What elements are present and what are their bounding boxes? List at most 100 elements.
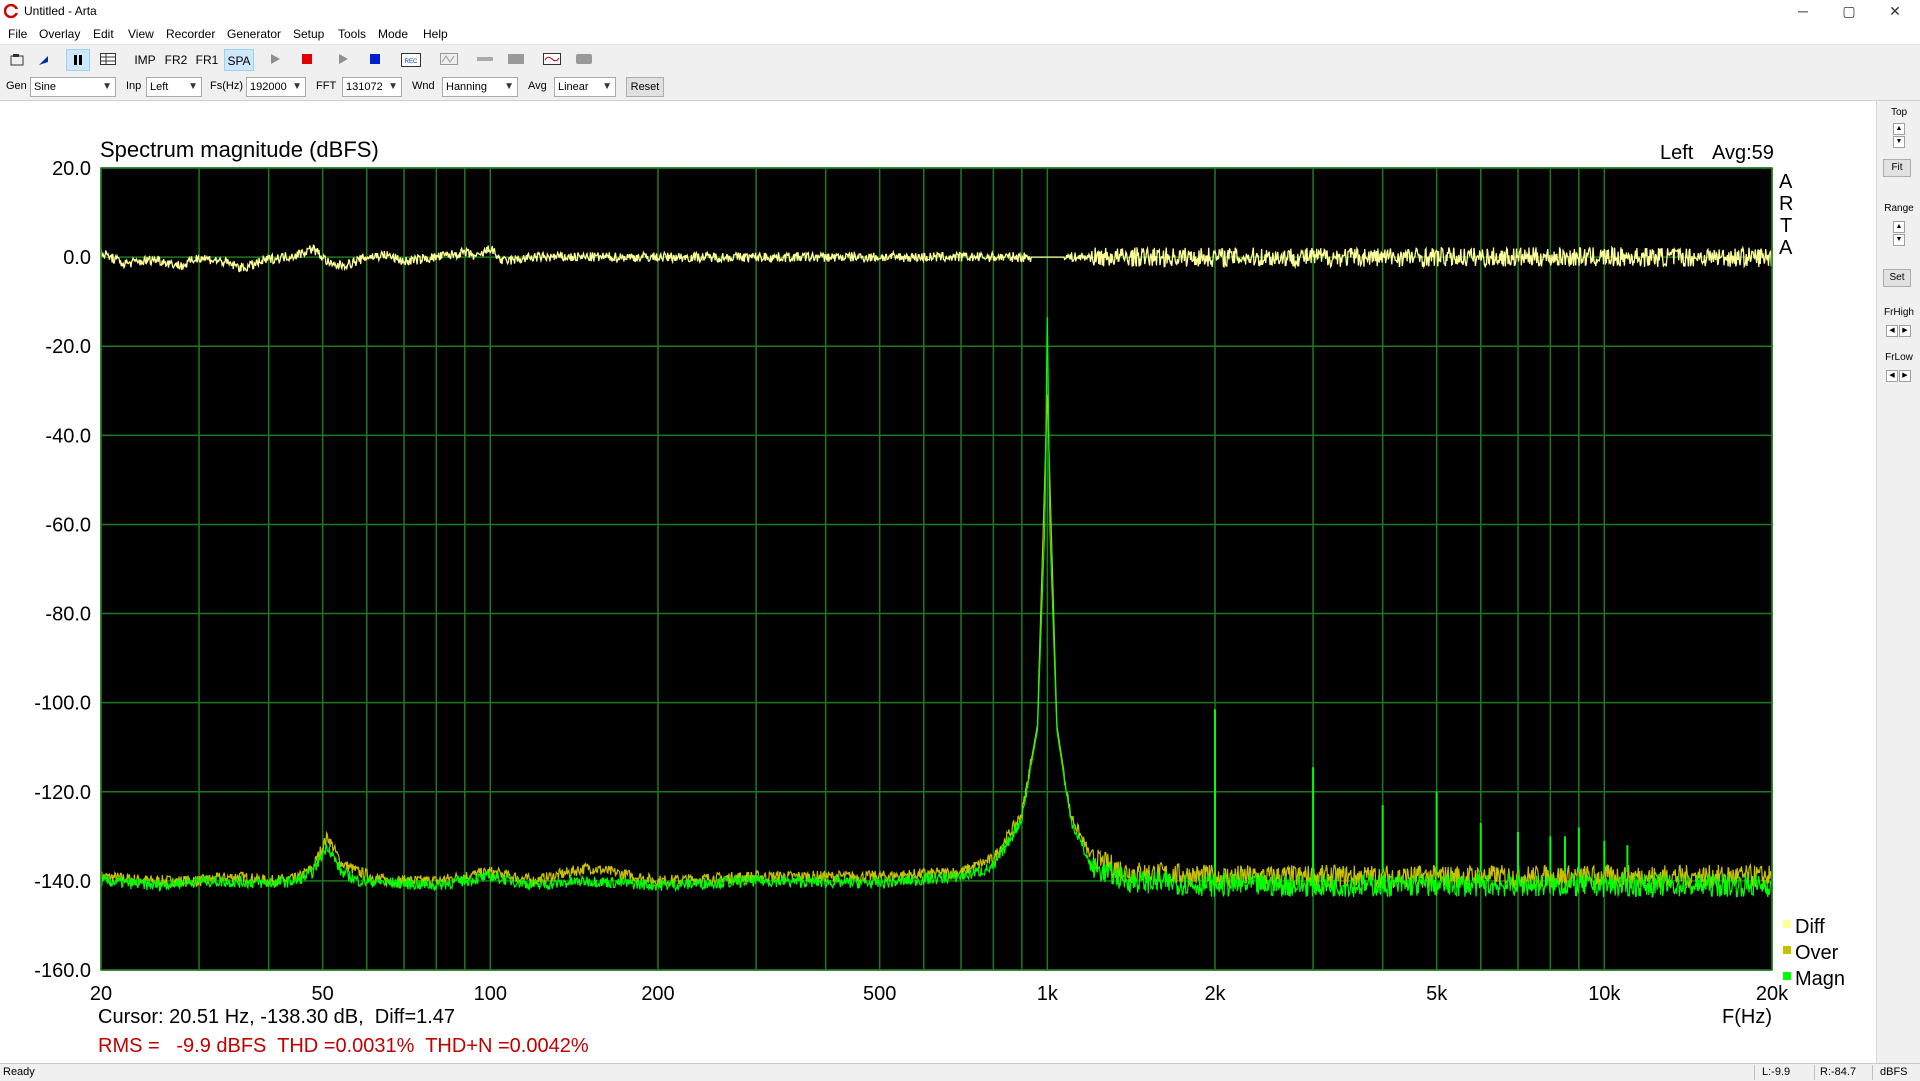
pause-icon: [74, 55, 82, 65]
y-tick-label: -140.0: [34, 871, 91, 893]
frhigh-right-button[interactable]: ▶: [1899, 325, 1911, 337]
input-value: Left: [150, 81, 169, 93]
gen-label: Gen: [6, 80, 27, 92]
chevron-down-icon: ▼: [504, 81, 514, 92]
inp-label: Inp: [126, 80, 142, 92]
meter-icon: [576, 54, 592, 64]
menu-setup[interactable]: Setup: [293, 27, 324, 41]
channel-label: Left: [1660, 142, 1694, 164]
y-tick-label: -120.0: [34, 782, 91, 804]
recorder-button[interactable]: REC: [398, 49, 424, 71]
menu-overlay[interactable]: Overlay: [39, 27, 80, 41]
signal-generator-icon: [440, 53, 458, 65]
avg-label: Avg: [528, 80, 547, 92]
arrow-up-icon: ▲: [1895, 125, 1903, 132]
spectrum-chart[interactable]: 20.0 0.0 -20.0 -40.0 -60.0 -80.0 -100.0 -120.0 -…: [0, 101, 1876, 1063]
window-value: Hanning: [446, 81, 487, 93]
new-button[interactable]: [32, 49, 54, 71]
x-tick-labels: 20 50 100 200 500 1k 2k 5k 10k 20k: [90, 983, 1789, 1005]
set-button[interactable]: Set: [1883, 269, 1911, 287]
chart-title: Spectrum magnitude (dBFS): [100, 137, 379, 162]
probe-button[interactable]: [472, 49, 498, 71]
oscilloscope-icon: [543, 53, 561, 65]
top-up-button[interactable]: ▲: [1893, 123, 1905, 135]
y-tick-label: -80.0: [45, 604, 91, 626]
reset-button[interactable]: Reset: [626, 77, 664, 97]
wnd-label: Wnd: [412, 80, 435, 92]
arta-side-letter: T: [1780, 215, 1792, 237]
device-button[interactable]: [504, 49, 528, 71]
stop-button[interactable]: [364, 49, 386, 71]
maximize-button[interactable]: ▢: [1826, 0, 1872, 24]
minimize-button[interactable]: ─: [1780, 0, 1826, 24]
mode-fr1-button[interactable]: FR1: [193, 49, 221, 71]
spectrum-plot-panel: 20.0 0.0 -20.0 -40.0 -60.0 -80.0 -100.0 -120.0 -…: [0, 101, 1876, 1063]
arrow-down-icon: ▼: [1895, 138, 1903, 145]
toolbar: IMP FR2 FR1 SPA REC: [0, 44, 1920, 75]
frlow-label: FrLow: [1885, 352, 1913, 363]
generator-play-button[interactable]: [332, 49, 354, 71]
legend: Diff Over Magn: [1783, 916, 1845, 990]
input-select[interactable]: Left ▼: [146, 77, 202, 97]
pause-button[interactable]: [66, 49, 90, 71]
svg-text:REC: REC: [405, 59, 418, 65]
averaging-value: Linear: [558, 81, 589, 93]
menu-view[interactable]: View: [128, 27, 154, 41]
x-tick-label: 20k: [1756, 983, 1789, 1005]
meter-button[interactable]: [572, 49, 596, 71]
table-view-button[interactable]: [96, 49, 120, 71]
x-tick-label: 500: [863, 983, 896, 1005]
arrow-right-icon: ▶: [1902, 327, 1908, 334]
arrow-left-icon: ◀: [1889, 327, 1895, 334]
x-tick-label: 5k: [1426, 983, 1448, 1005]
open-folder-icon: [10, 54, 24, 66]
menu-mode[interactable]: Mode: [378, 27, 408, 41]
arrow-left-icon: ◀: [1889, 372, 1895, 379]
open-file-button[interactable]: [6, 49, 28, 71]
averaging-select[interactable]: Linear ▼: [554, 77, 616, 97]
play-icon: [271, 54, 280, 64]
samplerate-select[interactable]: 192000 ▼: [246, 77, 306, 97]
mode-fr2-button[interactable]: FR2: [162, 49, 190, 71]
legend-swatch: [1783, 972, 1791, 980]
menu-generator[interactable]: Generator: [227, 27, 281, 41]
record-stop-icon: [302, 54, 312, 64]
menu-help[interactable]: Help: [423, 27, 448, 41]
menu-recorder[interactable]: Recorder: [166, 27, 215, 41]
menu-tools[interactable]: Tools: [338, 27, 366, 41]
chevron-down-icon: ▼: [188, 81, 198, 92]
close-button[interactable]: ✕: [1872, 0, 1918, 24]
menu-edit[interactable]: Edit: [93, 27, 114, 41]
x-tick-label: 100: [474, 983, 507, 1005]
y-tick-label: -100.0: [34, 693, 91, 715]
frhigh-left-button[interactable]: ◀: [1886, 325, 1898, 337]
status-unit: dBFS: [1880, 1066, 1908, 1078]
frlow-right-button[interactable]: ▶: [1899, 370, 1911, 382]
legend-label: Diff: [1795, 916, 1825, 938]
range-down-button[interactable]: ▼: [1893, 234, 1905, 246]
samplerate-value: 192000: [250, 81, 287, 93]
record-button[interactable]: [296, 49, 318, 71]
window-select[interactable]: Hanning ▼: [442, 77, 518, 97]
play-button[interactable]: [264, 49, 286, 71]
generator-select[interactable]: Sine ▼: [30, 77, 116, 97]
y-tick-label: -60.0: [45, 514, 91, 536]
scope-button[interactable]: [540, 49, 564, 71]
fit-button[interactable]: Fit: [1883, 159, 1911, 177]
arta-side-letter: A: [1779, 171, 1793, 193]
mode-imp-button[interactable]: IMP: [132, 49, 158, 71]
rms-thd-readout: RMS = -9.9 dBFS THD =0.0031% THD+N =0.00…: [98, 1035, 589, 1057]
fft-size-select[interactable]: 131072 ▼: [342, 77, 402, 97]
mode-spa-button[interactable]: SPA: [224, 49, 254, 71]
arrow-up-icon: ▲: [1895, 223, 1903, 230]
top-label: Top: [1890, 107, 1908, 118]
generator-value: Sine: [34, 81, 57, 93]
menu-file[interactable]: File: [8, 27, 27, 41]
arta-side-letter: A: [1779, 237, 1793, 259]
frlow-left-button[interactable]: ◀: [1886, 370, 1898, 382]
range-up-button[interactable]: ▲: [1893, 221, 1905, 233]
legend-swatch: [1783, 920, 1791, 928]
title-bar: Untitled - Arta ─ ▢ ✕: [0, 0, 1920, 24]
generator-button[interactable]: [436, 49, 462, 71]
top-down-button[interactable]: ▼: [1893, 136, 1905, 148]
